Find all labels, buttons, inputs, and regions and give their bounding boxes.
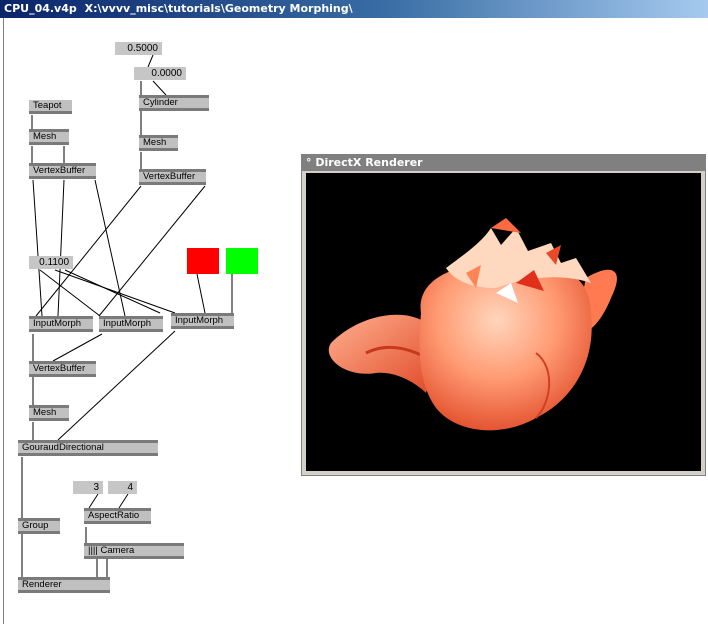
node-mesh-teapot[interactable]: Mesh <box>29 129 69 145</box>
color-red[interactable] <box>187 248 219 274</box>
node-inputmorph-3[interactable]: InputMorph <box>171 313 234 329</box>
wire <box>39 269 101 317</box>
node-vertexbuffer-cylinder[interactable]: VertexBuffer <box>139 169 206 185</box>
wire <box>54 269 176 314</box>
value-box-0-0[interactable]: 0.0000 <box>134 67 186 80</box>
value-box-aspect-y[interactable]: 4 <box>108 481 137 494</box>
node-mesh-out[interactable]: Mesh <box>29 405 69 421</box>
node-inputmorph-1[interactable]: InputMorph <box>29 316 93 332</box>
value-box-aspect-x[interactable]: 3 <box>73 481 103 494</box>
value-box-blend[interactable]: 0.1100 <box>29 256 73 269</box>
directx-renderer-window[interactable]: ° DirectX Renderer <box>301 154 706 476</box>
wire <box>118 493 129 509</box>
wire <box>64 269 161 314</box>
node-mesh-cylinder[interactable]: Mesh <box>139 135 178 151</box>
wire <box>57 179 65 317</box>
node-camera[interactable]: |||| Camera <box>84 543 184 559</box>
node-group[interactable]: Group <box>18 518 60 534</box>
node-cylinder[interactable]: Cylinder <box>139 95 209 111</box>
node-gouraud-directional[interactable]: GouraudDirectional <box>18 440 158 456</box>
wire <box>88 493 99 509</box>
teapot-render <box>328 218 617 431</box>
node-aspectratio[interactable]: AspectRatio <box>84 508 151 524</box>
color-green[interactable] <box>226 248 258 274</box>
node-vertexbuffer-teapot[interactable]: VertexBuffer <box>29 163 96 179</box>
wire <box>147 54 154 68</box>
value-box-0-5[interactable]: 0.5000 <box>115 42 162 55</box>
teapot-body <box>419 260 592 431</box>
wire <box>32 179 43 317</box>
wire <box>152 80 167 96</box>
node-inputmorph-2[interactable]: InputMorph <box>99 316 163 332</box>
node-teapot[interactable]: Teapot <box>29 100 72 114</box>
renderer-title: ° DirectX Renderer <box>302 155 705 171</box>
node-vertexbuffer-out[interactable]: VertexBuffer <box>29 361 96 377</box>
wire <box>57 330 176 441</box>
wire <box>196 273 206 314</box>
node-renderer[interactable]: Renderer <box>18 577 110 593</box>
wire <box>52 333 103 362</box>
render-viewport[interactable] <box>306 173 701 471</box>
wire <box>35 185 142 317</box>
